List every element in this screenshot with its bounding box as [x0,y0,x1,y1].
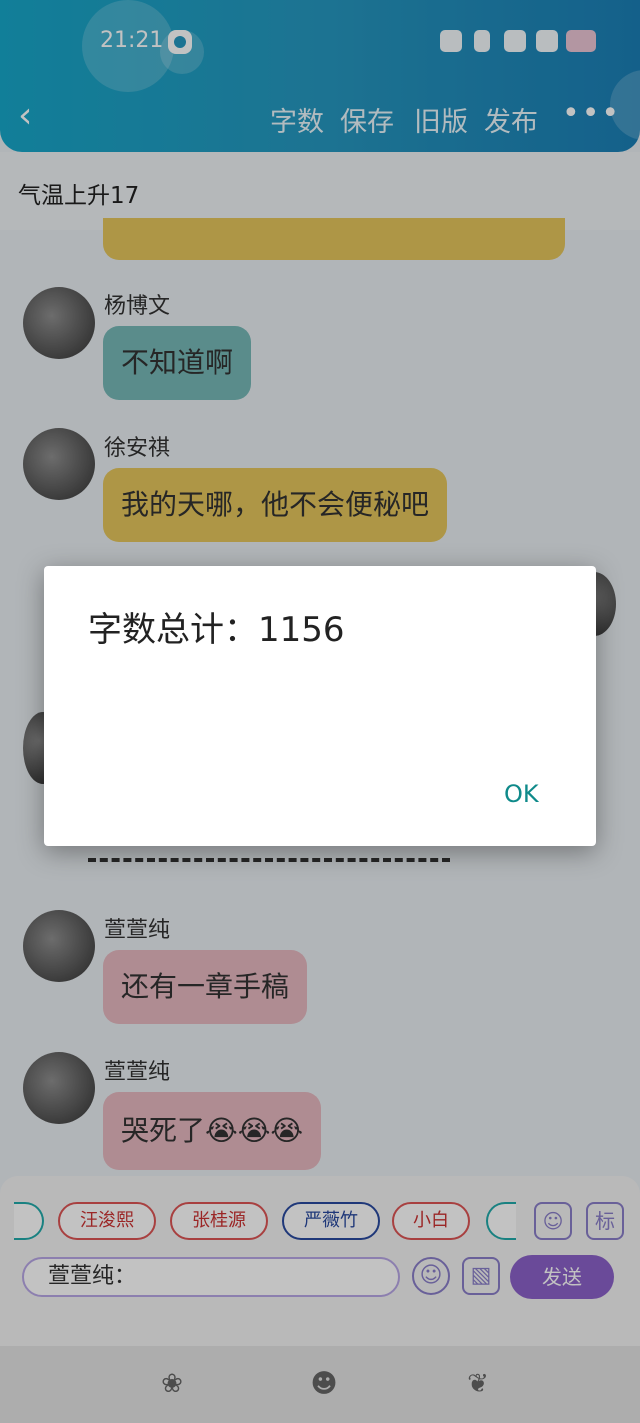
word-count-dialog: 字数总计：1156 OK [44,566,596,846]
ok-button[interactable]: OK [496,776,547,812]
dialog-message: 字数总计：1156 [88,610,345,650]
app-screen: 21:21 ‹ 字数 保存 旧版 发布 ••• 气温上升17 杨博文 不知道啊 … [0,0,640,1423]
